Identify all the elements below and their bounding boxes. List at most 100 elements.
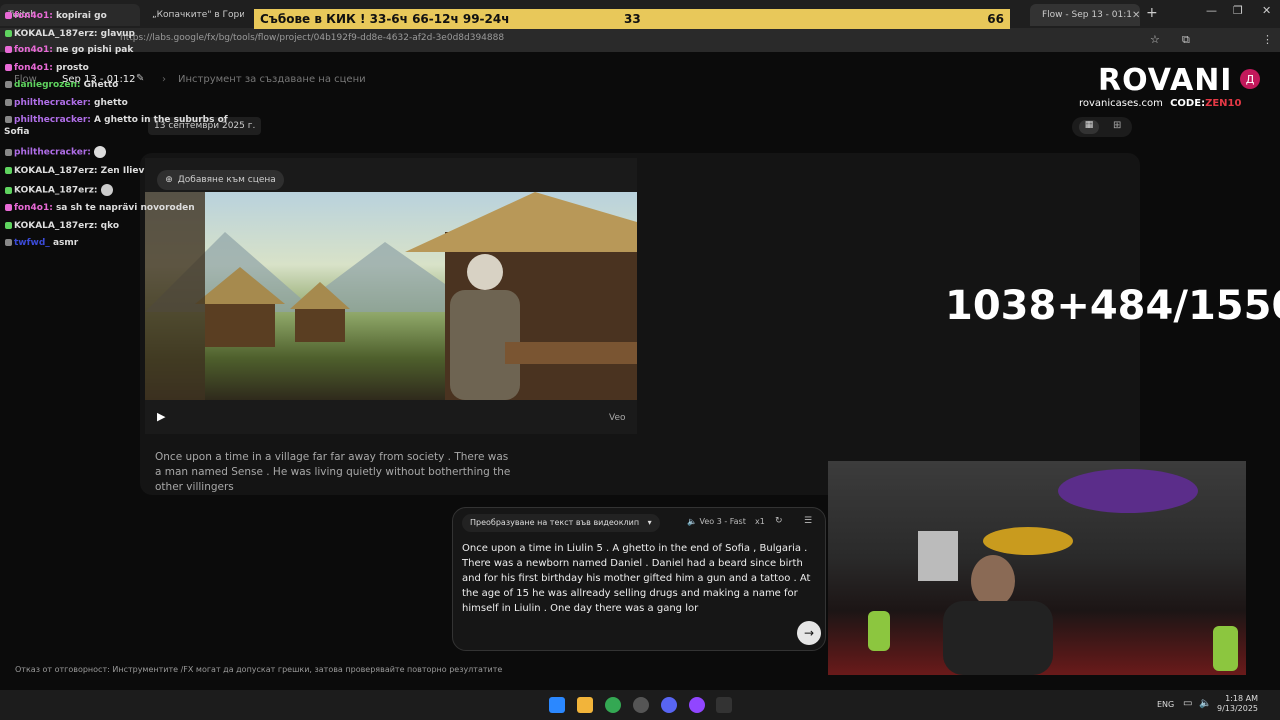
chat-user: daniegrozen: <box>14 80 81 90</box>
volume-icon[interactable]: 🔈 <box>1199 698 1211 709</box>
chat-text: A ghetto in the suburbs of <box>94 115 228 125</box>
clock-time: 1:18 AM <box>1225 694 1259 703</box>
chat-user: philthecracker: <box>14 147 91 158</box>
badge-icon <box>5 222 12 229</box>
chat-message: fon4o1: ne go pishi pak <box>5 45 133 55</box>
chat-message: daniegrozen: Ghetto <box>5 80 118 90</box>
file-explorer-icon[interactable] <box>577 697 593 713</box>
chat-message-continued: Sofia <box>4 127 29 137</box>
settings-icon[interactable]: ☰ <box>804 516 812 526</box>
edit-icon[interactable]: ✎ <box>136 73 144 84</box>
chat-text: ne go pishi pak <box>55 45 134 55</box>
disclaimer: Отказ от отговорност: Инструментите /FX … <box>15 665 503 674</box>
badge-icon <box>5 30 12 37</box>
new-tab-icon[interactable]: + <box>1146 5 1158 21</box>
badge-icon <box>5 186 12 194</box>
tab-flow[interactable]: Flow - Sep 13 - 01:1 ✕ <box>1030 4 1140 26</box>
chat-message: philthecracker: <box>5 146 107 158</box>
close-icon[interactable]: ✕ <box>1132 10 1140 21</box>
subs-banner: Събове в КИК ! 33-6ч 66-12ч 99-24ч 33 66 <box>254 9 1010 29</box>
model-label: Veo 3 - Fast <box>699 517 746 526</box>
code-label: CODE: <box>1170 98 1206 109</box>
chat-text: Zen Iliev <box>100 166 145 176</box>
badge-icon <box>5 99 12 106</box>
extensions-icon[interactable]: ⧉ <box>1182 33 1190 47</box>
chat-text: sa sh te naprävi novoroden <box>55 203 195 213</box>
menu-icon[interactable]: ⋮ <box>1262 33 1273 46</box>
badge-icon <box>5 46 12 53</box>
sub-counter: 1038+484/1550 <box>945 283 1280 329</box>
clock-date: 9/13/2025 <box>1217 704 1259 713</box>
webcam-scene <box>868 469 1238 675</box>
url-text[interactable]: https://labs.google/fx/bg/tools/flow/pro… <box>120 33 504 43</box>
system-clock[interactable]: 1:18 AM 9/13/2025 <box>1217 694 1258 714</box>
village-scene-illustration <box>145 192 637 400</box>
chat-text: glavup <box>100 29 135 39</box>
chat-text: Sofia <box>4 127 30 137</box>
chat-user: fon4o1: <box>14 203 53 213</box>
scene-description: Once upon a time in a village far far aw… <box>155 451 511 493</box>
windows-start-icon[interactable] <box>549 697 565 713</box>
video-thumbnail[interactable] <box>145 192 637 400</box>
chat-message: twfwd_ asmr <box>5 238 78 248</box>
twitch-app-icon[interactable] <box>689 697 705 713</box>
chat-message: KOKALA_187erz: qko <box>5 221 119 231</box>
chat-user: fon4o1: <box>14 45 53 55</box>
mode-selector[interactable]: Преобразуване на текст във видеоклип ▾ <box>462 514 660 532</box>
arrow-right-icon: → <box>803 626 815 640</box>
breadcrumb: Инструмент за създаване на сцени <box>178 74 366 85</box>
add-scene-icon: ⊕ <box>165 175 173 185</box>
webcam-feed <box>828 461 1246 675</box>
chat-user: KOKALA_187erz: <box>14 166 98 176</box>
chat-user: fon4o1: <box>14 63 53 73</box>
chrome-icon[interactable] <box>605 697 621 713</box>
badge-icon <box>5 239 12 246</box>
grid-view-icon[interactable]: ▦ <box>1079 120 1099 134</box>
tab-label: Flow - Sep 13 - 01:1 <box>1042 10 1132 20</box>
badge-icon <box>5 12 12 19</box>
close-window-icon[interactable]: ✕ <box>1262 4 1271 17</box>
terminal-icon[interactable] <box>716 697 732 713</box>
obs-icon[interactable] <box>633 697 649 713</box>
breadcrumb-chevron-icon: › <box>162 74 166 85</box>
refresh-icon[interactable]: ↻ <box>775 516 783 526</box>
avatar[interactable]: Д <box>1240 69 1260 89</box>
chat-user: KOKALA_187erz: <box>14 185 98 196</box>
chevron-down-icon: ▾ <box>647 518 652 527</box>
model-selector[interactable]: 🔈 Veo 3 - Fast <box>687 517 746 526</box>
minimize-icon[interactable]: — <box>1206 4 1217 17</box>
emote-icon <box>94 146 107 158</box>
chat-text: qko <box>100 221 120 231</box>
discord-icon[interactable] <box>661 697 677 713</box>
send-button[interactable]: → <box>797 621 821 645</box>
chat-user: fon4o1: <box>14 11 53 21</box>
output-count[interactable]: x1 <box>755 517 765 526</box>
badge-icon <box>5 148 12 156</box>
play-icon[interactable]: ▶ <box>157 410 165 423</box>
chat-message: philthecracker: A ghetto in the suburbs … <box>5 115 228 125</box>
badge-icon <box>5 81 12 88</box>
speaker-icon: 🔈 <box>687 517 697 526</box>
chat-message: KOKALA_187erz: Zen Iliev <box>5 166 144 176</box>
language-indicator[interactable]: ENG <box>1157 700 1174 709</box>
maximize-icon[interactable]: ❐ <box>1233 4 1243 17</box>
add-to-scene-button[interactable]: ⊕ Добавяне към сцена <box>157 170 284 190</box>
chat-user: KOKALA_187erz: <box>14 221 98 231</box>
list-view-icon[interactable]: ⊞ <box>1113 120 1121 131</box>
badge-icon <box>5 204 12 211</box>
star-icon[interactable]: ☆ <box>1150 33 1160 46</box>
promo-code: ZEN10 <box>1205 98 1242 109</box>
rovani-logo: ROVANI <box>1098 63 1233 98</box>
chat-message: KOKALA_187erz: <box>5 184 113 196</box>
rovani-promo: rovanicases.com CODE:ZEN10 <box>1079 98 1241 109</box>
tab-youtube[interactable]: „Копачките" в Гори ✕ <box>140 4 244 26</box>
prompt-input[interactable]: Once upon a time in Liulin 5 . A ghetto … <box>462 541 818 616</box>
badge-icon <box>5 64 12 71</box>
chat-text: Ghetto <box>83 80 119 90</box>
chat-user: philthecracker: <box>14 115 91 125</box>
chat-user: KOKALA_187erz: <box>14 29 98 39</box>
network-icon[interactable]: ▭ <box>1183 698 1192 709</box>
chat-message: KOKALA_187erz: glavup <box>5 29 135 39</box>
chat-message: fon4o1: prosto <box>5 63 89 73</box>
badge-icon <box>5 116 12 123</box>
